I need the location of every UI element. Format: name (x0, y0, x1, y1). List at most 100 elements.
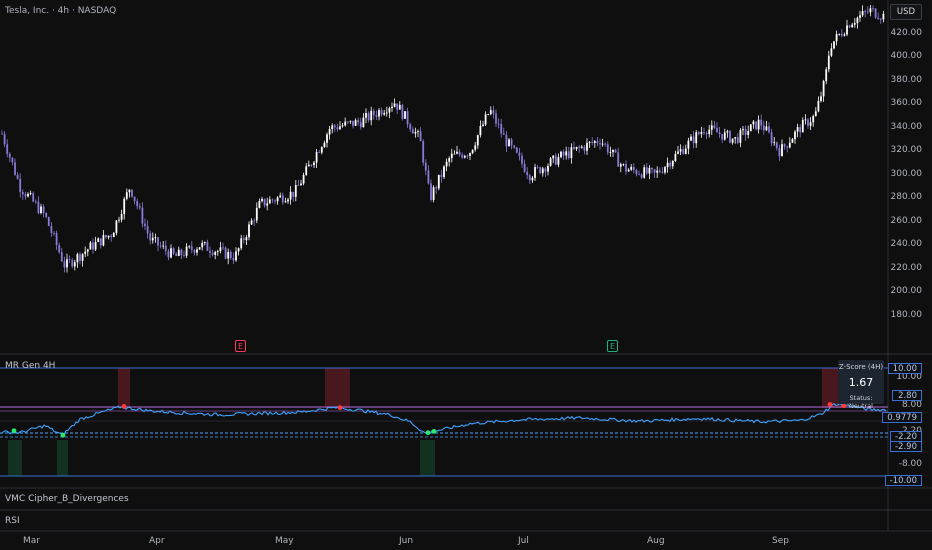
candle-body (328, 129, 331, 135)
candle-body (612, 149, 614, 153)
candle-body (45, 212, 48, 218)
candle-body (240, 238, 243, 249)
candle-body (656, 170, 659, 173)
candle-body (877, 17, 880, 20)
candle-body (682, 149, 685, 154)
earnings-marker-e1[interactable]: E (235, 340, 246, 352)
candle-body (128, 189, 131, 193)
candle-body (250, 220, 253, 225)
candle-body (344, 121, 347, 126)
candle-body (619, 164, 622, 167)
candle-body (422, 141, 425, 163)
candle-body (120, 214, 123, 220)
candle-body (115, 220, 118, 233)
candle-body (526, 171, 529, 176)
chart-canvas[interactable] (0, 0, 932, 550)
candle-body (700, 132, 703, 135)
candle-body (578, 146, 581, 148)
candle-body (664, 167, 666, 173)
candle-body (167, 251, 170, 258)
candle-body (635, 170, 638, 175)
candle-body (112, 232, 115, 238)
sell-signal-dot (121, 404, 127, 409)
candle-body (289, 191, 292, 200)
candle-body (775, 142, 778, 149)
candle-body (552, 155, 555, 159)
candle-body (580, 146, 583, 148)
candle-body (81, 253, 84, 261)
candle-body (765, 126, 768, 131)
candle-body (684, 148, 687, 154)
candle-body (630, 166, 633, 170)
candle-body (835, 34, 838, 42)
price-tick-label: 320.00 (890, 145, 923, 156)
candle-body (523, 163, 526, 172)
candle-body (71, 259, 74, 267)
candle-body (118, 219, 120, 221)
candle-body (588, 141, 591, 143)
candle-body (261, 198, 263, 202)
candle-body (539, 167, 542, 174)
currency-button[interactable]: USD (890, 4, 922, 20)
candle-body (125, 192, 128, 199)
candle-body (502, 133, 505, 135)
candle-body (287, 199, 289, 202)
candle-body (323, 142, 326, 148)
vmc-title[interactable]: VMC Cipher_B_Divergences (5, 494, 129, 504)
symbol-title: Tesla, Inc. · 4h · NASDAQ (5, 6, 117, 16)
candle-body (708, 129, 711, 135)
sell-signal-dot (827, 402, 833, 407)
candle-body (718, 132, 721, 135)
candle-body (276, 197, 279, 202)
candle-body (575, 146, 578, 149)
candle-body (302, 174, 305, 184)
candle-body (721, 134, 724, 140)
candle-body (349, 120, 352, 122)
candle-body (284, 201, 287, 203)
rsi-title[interactable]: RSI (5, 516, 20, 526)
price-tick-label: 340.00 (890, 121, 923, 132)
candle-body (833, 41, 835, 49)
candle-body (263, 198, 266, 206)
earnings-marker-e2[interactable]: E (607, 340, 618, 352)
candle-body (547, 165, 549, 172)
candle-body (882, 13, 885, 20)
zscore-title: Z-Score (4H) (838, 363, 884, 371)
candle-body (820, 96, 822, 101)
candle-body (102, 235, 105, 246)
candle-body (206, 242, 209, 251)
candle-body (40, 206, 42, 213)
candle-body (840, 33, 843, 36)
candle-body (331, 125, 334, 130)
candle-body (66, 259, 68, 268)
candle-body (669, 162, 672, 167)
candle-body (196, 249, 198, 253)
candle-body (365, 113, 367, 118)
candle-body (562, 151, 565, 156)
candle-body (487, 114, 490, 115)
candle-body (219, 247, 222, 252)
candle-body (755, 121, 757, 130)
candle-body (162, 245, 165, 247)
candle-body (209, 250, 211, 253)
candle-body (638, 174, 640, 176)
candle-body (424, 162, 427, 171)
mr-gen-level-label: -10.00 (884, 474, 922, 486)
candle-body (60, 252, 63, 262)
candle-body (846, 25, 848, 35)
candle-body (159, 245, 162, 247)
price-tick-label: 180.00 (890, 309, 923, 320)
candle-body (84, 251, 87, 254)
zscore-value: 1.67 (848, 376, 874, 389)
mr-gen-title[interactable]: MR Gen 4H (5, 361, 55, 371)
candle-body (744, 129, 747, 136)
price-tick-label: 200.00 (890, 286, 923, 297)
candle-body (326, 134, 328, 143)
candle-body (198, 247, 201, 250)
candle-body (697, 132, 700, 135)
candle-body (177, 249, 180, 256)
candle-body (827, 55, 830, 70)
price-tick-label: 220.00 (890, 262, 923, 273)
candle-body (492, 110, 495, 114)
candle-body (193, 249, 196, 253)
